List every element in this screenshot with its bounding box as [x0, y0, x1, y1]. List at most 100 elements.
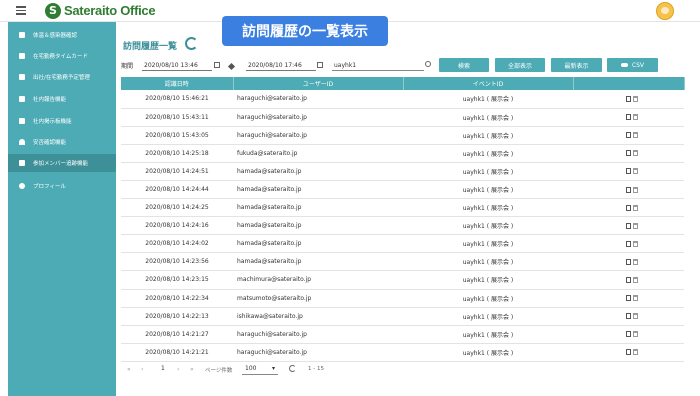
timecard-icon: [19, 53, 25, 59]
cell-event-id: uayhk1 ( 展示会 ): [403, 325, 573, 344]
cell-datetime: 2020/08/10 15:46:21: [121, 90, 233, 109]
sidebar-item-board[interactable]: 社内掲示板機能: [8, 112, 116, 130]
cell-user-id: ishikawa@sateraito.jp: [233, 307, 403, 326]
latest-button[interactable]: 最新表示: [551, 58, 602, 72]
per-page-select[interactable]: 100 ▾: [242, 363, 278, 375]
cell-actions: [573, 126, 684, 145]
per-page-label: ページ件数: [205, 368, 233, 374]
cell-user-id: haraguchi@sateraito.jp: [233, 90, 403, 109]
sidebar-item-label: プロフィール: [33, 184, 66, 190]
refresh-icon[interactable]: [289, 365, 296, 372]
first-page-button[interactable]: «: [127, 366, 131, 373]
sidebar-item-temperature[interactable]: 体温＆感染器確認: [8, 26, 116, 44]
prev-page-button[interactable]: ‹: [141, 366, 143, 373]
document-icon[interactable]: [626, 240, 631, 247]
trash-icon[interactable]: [633, 349, 638, 356]
cell-event-id: uayhk1 ( 展示会 ): [403, 307, 573, 326]
trash-icon[interactable]: [633, 168, 638, 175]
date-to-input[interactable]: [246, 60, 316, 71]
sidebar-item-timecard[interactable]: 在宅勤務タイムカード: [8, 47, 116, 65]
calendar-icon[interactable]: [214, 62, 220, 68]
trash-icon[interactable]: [633, 95, 638, 102]
sidebar-item-safety[interactable]: 安否確認機能: [8, 133, 116, 151]
calendar-icon[interactable]: [317, 62, 323, 68]
sidebar-item-profile[interactable]: プロフィール: [8, 177, 116, 195]
next-page-button[interactable]: ›: [177, 366, 179, 373]
cell-event-id: uayhk1 ( 展示会 ): [403, 270, 573, 290]
table-header-row: 認識日時 ユーザーID イベントID: [121, 77, 685, 90]
show-all-button[interactable]: 全部表示: [495, 58, 545, 72]
document-icon[interactable]: [626, 349, 631, 356]
document-icon[interactable]: [626, 132, 631, 139]
sidebar-item-label: 体温＆感染器確認: [33, 33, 78, 39]
cell-datetime: 2020/08/10 14:24:02: [121, 234, 233, 254]
cell-actions: [573, 325, 684, 344]
search-button[interactable]: 検索: [439, 58, 489, 72]
document-icon[interactable]: [626, 150, 631, 157]
document-icon[interactable]: [626, 276, 631, 283]
trash-icon[interactable]: [633, 204, 638, 211]
period-label: 期間: [121, 63, 134, 70]
hamburger-icon[interactable]: [16, 6, 26, 15]
swap-icon: [227, 62, 236, 71]
per-page-value: 100: [245, 365, 257, 372]
pagination: « ‹ 1 › » ページ件数 100 ▾ 1 - 15: [121, 363, 684, 377]
search-icon[interactable]: [425, 61, 431, 67]
document-icon[interactable]: [626, 258, 631, 265]
document-icon[interactable]: [626, 114, 631, 121]
cell-user-id: haraguchi@sateraito.jp: [233, 108, 403, 127]
document-icon[interactable]: [626, 95, 631, 102]
table-row: 2020/08/10 14:24:44 hamada@sateraito.jp ua…: [121, 180, 684, 200]
trash-icon[interactable]: [633, 276, 638, 283]
qr-code-icon: [19, 160, 25, 166]
trash-icon[interactable]: [633, 150, 638, 157]
header-event-id[interactable]: イベントID: [403, 77, 574, 90]
person-icon: [19, 183, 25, 189]
trash-icon[interactable]: [633, 240, 638, 247]
sidebar-item-tracking[interactable]: 参加メンバー追跡機能: [8, 154, 116, 172]
date-from-input[interactable]: [142, 60, 212, 71]
cell-user-id: hamada@sateraito.jp: [233, 216, 403, 236]
trash-icon[interactable]: [633, 295, 638, 302]
trash-icon[interactable]: [633, 114, 638, 121]
table-row: 2020/08/10 15:43:05 haraguchi@sateraito.j…: [121, 126, 684, 145]
sidebar-item-report[interactable]: 社内報告機能: [8, 90, 116, 108]
trash-icon[interactable]: [633, 331, 638, 338]
last-page-button[interactable]: »: [190, 366, 194, 373]
cell-datetime: 2020/08/10 14:21:27: [121, 325, 233, 344]
refresh-icon[interactable]: [185, 37, 198, 50]
cell-actions: [573, 162, 684, 181]
cell-datetime: 2020/08/10 14:22:34: [121, 289, 233, 308]
document-icon[interactable]: [626, 168, 631, 175]
avatar[interactable]: [656, 2, 674, 20]
document-icon[interactable]: [626, 204, 631, 211]
table-row: 2020/08/10 14:22:34 matsumoto@sateraito.j…: [121, 289, 684, 308]
document-icon[interactable]: [626, 186, 631, 193]
document-icon[interactable]: [626, 295, 631, 302]
table-row: 2020/08/10 14:24:16 hamada@sateraito.jp ua…: [121, 216, 684, 236]
table-row: 2020/08/10 14:24:25 hamada@sateraito.jp ua…: [121, 198, 684, 218]
document-icon[interactable]: [626, 313, 631, 320]
trash-icon[interactable]: [633, 186, 638, 193]
keyword-input[interactable]: [332, 60, 424, 71]
cell-actions: [573, 343, 684, 362]
header-user-id[interactable]: ユーザーID: [233, 77, 404, 90]
document-icon[interactable]: [626, 222, 631, 229]
cell-datetime: 2020/08/10 14:25:18: [121, 144, 233, 163]
trash-icon[interactable]: [633, 313, 638, 320]
cell-actions: [573, 180, 684, 200]
trash-icon[interactable]: [633, 258, 638, 265]
cell-actions: [573, 252, 684, 272]
cell-user-id: fukuda@sateraito.jp: [233, 144, 403, 163]
current-page[interactable]: 1: [161, 365, 165, 372]
csv-button[interactable]: CSV: [607, 58, 658, 72]
cell-event-id: uayhk1 ( 展示会 ): [403, 234, 573, 254]
document-icon[interactable]: [626, 331, 631, 338]
trash-icon[interactable]: [633, 222, 638, 229]
header-datetime[interactable]: 認識日時: [121, 77, 234, 90]
sidebar-item-label: 社内掲示板機能: [33, 119, 72, 125]
sidebar-item-schedule[interactable]: 出社/在宅勤務予定管理: [8, 68, 116, 86]
trash-icon[interactable]: [633, 132, 638, 139]
table-row: 2020/08/10 14:23:15 machimura@sateraito.j…: [121, 270, 684, 290]
sidebar: 体温＆感染器確認 在宅勤務タイムカード 出社/在宅勤務予定管理 社内報告機能 社…: [8, 22, 116, 396]
